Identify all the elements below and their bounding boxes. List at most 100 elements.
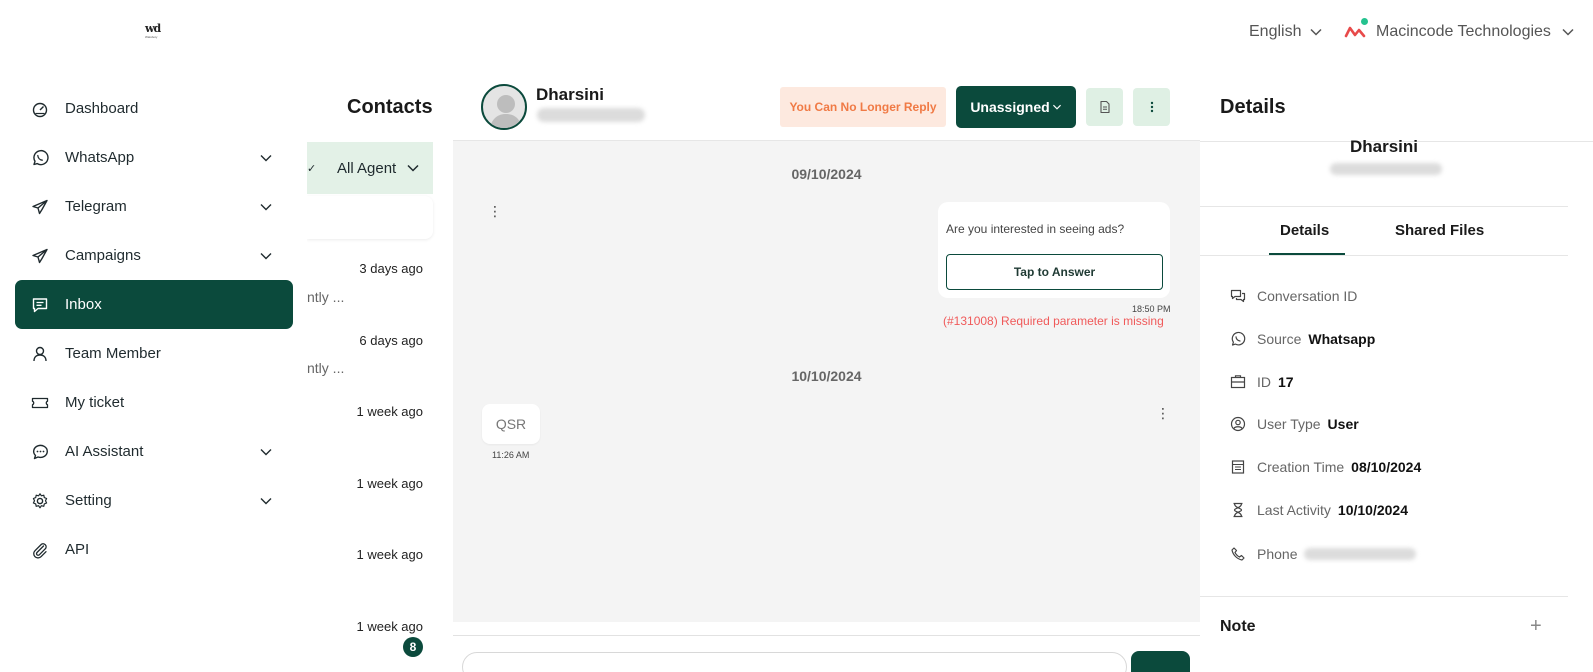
contact-time: 1 week ago <box>356 619 424 634</box>
sidebar-item-label: Team Member <box>65 345 161 362</box>
chevron-down-icon <box>260 203 272 210</box>
ai-assistant-icon <box>33 444 48 459</box>
contact-snippet: ntly ... <box>307 360 345 376</box>
detail-phone: Phone <box>1230 546 1417 562</box>
more-options-button[interactable] <box>1133 88 1170 126</box>
agent-filter-label: All Agent <box>337 159 397 177</box>
details-contact-name: Dharsini <box>1349 137 1419 156</box>
chat-header: Dharsini You Can No Longer Reply Unassig… <box>453 84 1200 141</box>
tab-shared-files[interactable]: Shared Files <box>1395 222 1484 239</box>
chat-messages: 09/10/2024 ⋮ Are you interested in seein… <box>453 141 1200 622</box>
language-selector[interactable]: English <box>1249 23 1323 41</box>
sidebar-item-label: WhatsApp <box>65 149 135 166</box>
unread-count-badge: 8 <box>403 637 423 657</box>
dashboard-icon <box>32 102 48 117</box>
note-section-title: Note <box>1220 618 1256 635</box>
message-composer <box>453 635 1200 672</box>
detail-label: User Type <box>1257 416 1321 432</box>
message-time: 18:50 PM <box>1132 304 1171 314</box>
message-error: (#131008) Required parameter is missing <box>943 314 1164 328</box>
message-menu-icon[interactable]: ⋮ <box>1156 406 1170 420</box>
contacts-title: Contacts <box>347 96 433 118</box>
organization-logo-icon <box>1344 18 1368 42</box>
sidebar-item-label: Telegram <box>65 198 127 215</box>
tab-details[interactable]: Details <box>1280 222 1329 239</box>
divider <box>1200 596 1568 597</box>
detail-label: Last Activity <box>1257 502 1331 518</box>
chevron-down-icon <box>260 154 272 161</box>
sidebar-item-ai-assistant[interactable]: AI Assistant <box>15 427 293 476</box>
contact-time: 1 week ago <box>356 476 424 491</box>
contact-time: 1 week ago <box>356 547 424 562</box>
chevron-down-icon <box>1562 28 1574 36</box>
chevron-down-icon <box>407 164 419 172</box>
notes-button[interactable] <box>1086 88 1123 126</box>
contact-time: 1 week ago <box>356 404 424 419</box>
date-separator: 10/10/2024 <box>791 368 862 384</box>
contact-snippet: ntly ... <box>307 289 345 305</box>
organization-selector[interactable]: Macincode Technologies <box>1344 18 1575 42</box>
calendar-icon <box>1231 460 1245 474</box>
message-question: Are you interested in seeing ads? <box>946 222 1125 236</box>
app-logo[interactable]: wd Watsboty <box>145 22 163 44</box>
sidebar-item-label: Inbox <box>65 296 102 313</box>
assign-agent-label: Unassigned <box>970 99 1050 115</box>
chevron-down-icon <box>260 497 272 504</box>
detail-creation-time: Creation Time 08/10/2024 <box>1230 459 1421 475</box>
chevron-down-icon <box>260 448 272 455</box>
detail-label: Source <box>1257 331 1302 347</box>
detail-value: 17 <box>1278 374 1294 390</box>
setting-icon <box>32 492 48 508</box>
sidebar-item-whatsapp[interactable]: WhatsApp <box>15 133 293 182</box>
reply-window-expired-notice: You Can No Longer Reply <box>780 87 946 127</box>
telegram-icon <box>32 199 48 214</box>
add-note-button[interactable]: + <box>1530 615 1542 638</box>
sidebar-item-label: Dashboard <box>65 100 139 117</box>
ticket-icon <box>31 397 49 408</box>
chevron-down-icon <box>1052 104 1061 110</box>
send-button[interactable] <box>1131 651 1190 672</box>
logo-mark: wd <box>145 22 161 35</box>
whatsapp-icon <box>1231 331 1246 346</box>
sidebar-item-label: Setting <box>65 492 112 509</box>
detail-id: ID 17 <box>1230 374 1294 390</box>
message-input[interactable] <box>462 652 1127 672</box>
message-menu-icon[interactable]: ⋮ <box>488 204 502 218</box>
detail-user-type: User Type User <box>1230 416 1359 432</box>
details-contact-phone-blurred <box>1330 163 1442 175</box>
detail-label: Conversation ID <box>1257 288 1358 304</box>
sidebar-item-team-member[interactable]: Team Member <box>15 329 293 378</box>
campaigns-icon <box>32 248 48 263</box>
contact-time: 6 days ago <box>359 333 423 348</box>
contact-search-input[interactable] <box>307 196 433 239</box>
sidebar-item-campaigns[interactable]: Campaigns <box>15 231 293 280</box>
whatsapp-icon <box>33 149 49 165</box>
chevron-down-icon <box>1310 28 1323 36</box>
avatar[interactable] <box>481 84 527 130</box>
detail-value: 08/10/2024 <box>1351 459 1422 475</box>
sidebar-item-inbox[interactable]: Inbox <box>15 280 293 329</box>
tap-to-answer-button[interactable]: Tap to Answer <box>946 254 1163 290</box>
detail-source: Source Whatsapp <box>1230 331 1375 347</box>
contacts-panel: Contacts ✓ All Agent 3 days ago ntly ...… <box>307 84 453 672</box>
sidebar-item-label: API <box>65 541 90 558</box>
assign-agent-dropdown[interactable]: Unassigned <box>956 86 1076 128</box>
team-member-icon <box>33 346 47 361</box>
hourglass-icon <box>1233 502 1243 518</box>
message-time: 11:26 AM <box>492 450 530 460</box>
detail-label: Phone <box>1257 546 1298 562</box>
details-tabs: Details Shared Files <box>1200 206 1568 256</box>
sidebar-item-telegram[interactable]: Telegram <box>15 182 293 231</box>
sidebar-item-dashboard[interactable]: Dashboard <box>15 84 293 133</box>
sidebar-nav: Dashboard WhatsApp Telegram Campaigns In… <box>15 84 293 574</box>
contact-time: 3 days ago <box>359 261 423 276</box>
language-label: English <box>1249 23 1302 40</box>
detail-value: Whatsapp <box>1308 331 1376 347</box>
outgoing-message-card: Are you interested in seeing ads? Tap to… <box>938 202 1170 298</box>
sidebar-item-api[interactable]: API <box>15 525 293 574</box>
agent-filter-dropdown[interactable]: ✓ All Agent <box>307 142 433 194</box>
user-circle-icon <box>1230 416 1246 432</box>
sidebar-item-my-ticket[interactable]: My ticket <box>15 378 293 427</box>
sidebar-item-setting[interactable]: Setting <box>15 476 293 525</box>
user-silhouette-icon <box>489 95 523 128</box>
